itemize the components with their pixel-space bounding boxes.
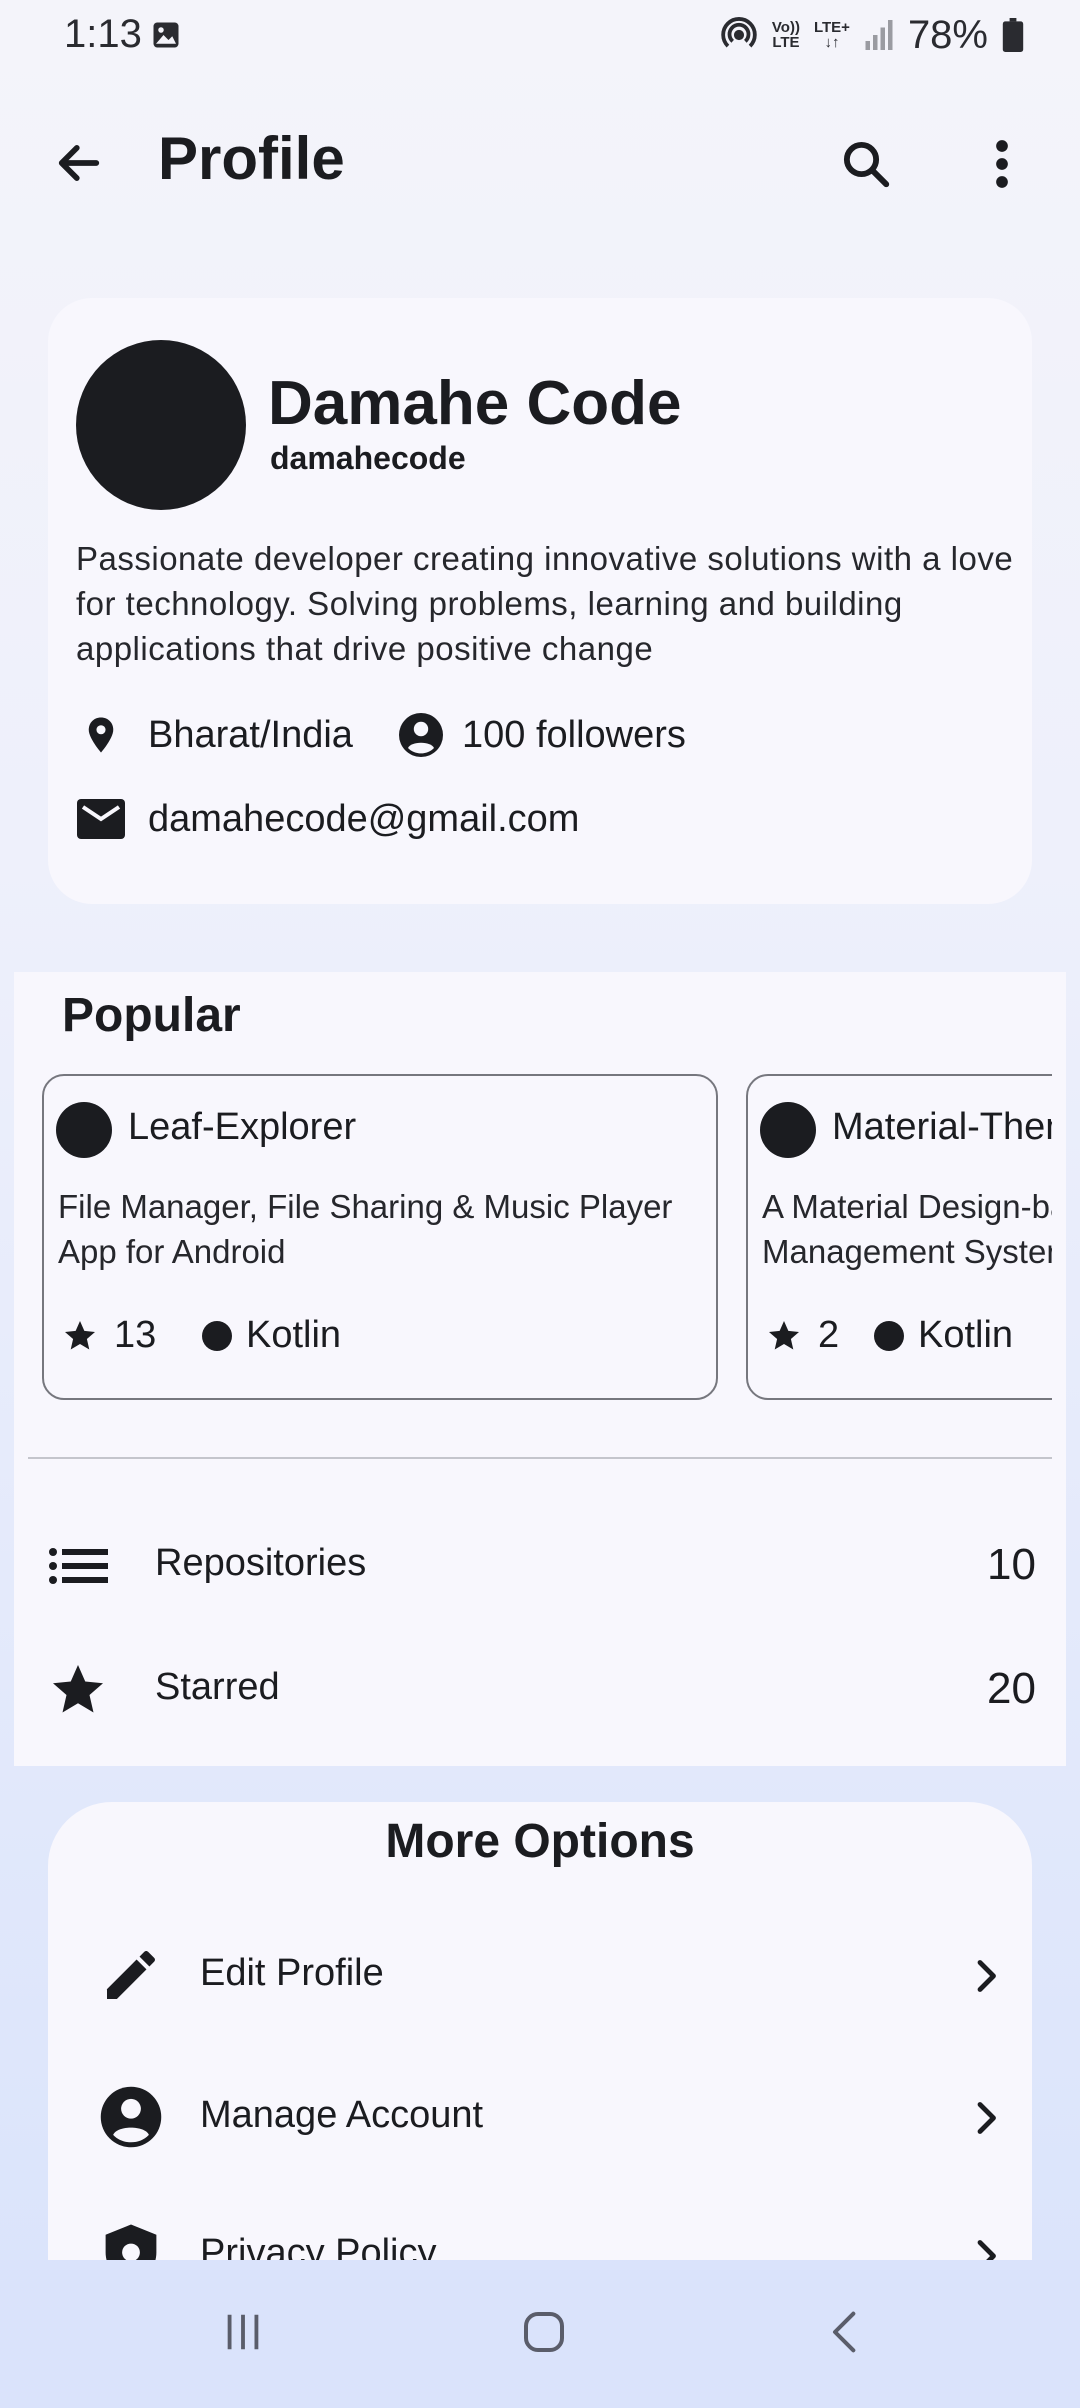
mail-icon	[76, 794, 126, 844]
back-arrow-icon	[58, 145, 100, 181]
status-bar: 1:13 Vo)) LTE LTE+ ↓↑ 78%	[0, 0, 1080, 70]
profile-bio: Passionate developer creating innovative…	[76, 540, 1014, 667]
chevron-right-icon	[977, 2240, 996, 2262]
back-chevron-icon	[832, 2311, 856, 2353]
recent-apps-icon	[227, 2314, 259, 2350]
edit-profile-label: Edit Profile	[200, 1952, 384, 1994]
location-text: Bharat/India	[148, 713, 353, 756]
privacy-shield-icon	[96, 2220, 166, 2262]
followers-row[interactable]: 100 followers	[396, 710, 686, 760]
battery-icon	[1002, 18, 1024, 52]
section-divider	[28, 1457, 1052, 1459]
home-icon	[524, 2312, 564, 2352]
battery-percent: 78%	[907, 12, 988, 57]
repo-meta: 2 Kotlin	[766, 1314, 1013, 1357]
star-icon	[48, 1660, 108, 1720]
volte-indicator: Vo)) LTE	[772, 20, 800, 50]
network-indicator: LTE+ ↓↑	[814, 20, 850, 50]
profile-name: Damahe Code	[268, 369, 682, 438]
network-label: LTE+	[813, 19, 850, 36]
repo-owner-avatar	[56, 1102, 112, 1158]
repositories-row[interactable]: Repositories 10	[14, 1510, 1066, 1620]
repositories-count: 10	[987, 1540, 1036, 1589]
location-row: Bharat/India	[76, 710, 353, 760]
starred-row[interactable]: Starred 20	[14, 1634, 1066, 1744]
search-button[interactable]	[826, 124, 906, 204]
edit-pencil-icon	[96, 1940, 166, 2010]
star-icon	[769, 1320, 799, 1349]
repo-name: Leaf-Explorer	[128, 1106, 357, 1148]
system-navigation-bar	[0, 2260, 1080, 2408]
home-button[interactable]	[484, 2300, 604, 2364]
repo-card[interactable]: Leaf-Explorer File Manager, File Sharing…	[42, 1074, 718, 1400]
repositories-label: Repositories	[155, 1542, 367, 1584]
page-title: Profile	[158, 125, 345, 192]
privacy-policy-row[interactable]: Privacy Policy	[48, 2192, 1032, 2262]
manage-account-label: Manage Account	[200, 2094, 484, 2136]
search-icon	[843, 141, 890, 188]
repo-stars: 13	[114, 1314, 157, 1356]
more-options-heading: More Options	[385, 1815, 695, 1868]
status-time: 1:13	[64, 12, 142, 56]
repo-language: Kotlin	[246, 1314, 342, 1356]
popular-repos-carousel[interactable]: Leaf-Explorer File Manager, File Sharing…	[42, 1072, 1052, 1402]
more-vert-icon	[996, 140, 1008, 188]
followers-text: 100 followers	[462, 713, 686, 756]
hotspot-icon	[721, 17, 757, 48]
list-icon	[48, 1536, 108, 1596]
language-dot-icon	[874, 1320, 904, 1351]
volte-label: Vo))	[771, 19, 800, 36]
manage-account-row[interactable]: Manage Account	[48, 2054, 1032, 2174]
recent-apps-button[interactable]	[183, 2300, 303, 2364]
gallery-notification-icon	[153, 22, 179, 48]
repos-panel: Popular Leaf-Explorer File Manager, File…	[14, 972, 1066, 1766]
location-pin-icon	[76, 710, 126, 760]
repo-description: A Material Design-based Theme Management…	[762, 1188, 1052, 1270]
avatar[interactable]	[76, 340, 246, 510]
account-circle-icon	[396, 710, 446, 760]
back-button[interactable]	[44, 128, 114, 198]
signal-icon	[865, 20, 893, 50]
star-icon	[65, 1320, 95, 1349]
email-row[interactable]: damahecode@gmail.com	[76, 794, 579, 844]
repo-owner-avatar	[760, 1102, 816, 1158]
repo-card[interactable]: Material-Theme A Material Design-based T…	[746, 1074, 1052, 1400]
starred-label: Starred	[155, 1666, 280, 1708]
profile-handle: damahecode	[270, 440, 466, 476]
repo-stars: 2	[818, 1314, 840, 1356]
starred-count: 20	[987, 1664, 1036, 1713]
repo-language: Kotlin	[918, 1314, 1014, 1356]
chevron-right-icon	[977, 1960, 996, 1992]
volte-sub-label: LTE	[772, 34, 800, 51]
more-options-card: More Options Edit Profile Manage Account…	[48, 1802, 1032, 2262]
data-arrows-icon: ↓↑	[824, 34, 840, 51]
email-text: damahecode@gmail.com	[148, 797, 580, 840]
chevron-right-icon	[977, 2102, 996, 2134]
status-icons: Vo)) LTE LTE+ ↓↑ 78%	[720, 12, 1024, 58]
popular-heading: Popular	[62, 989, 241, 1042]
back-nav-button[interactable]	[786, 2300, 906, 2364]
repo-description: File Manager, File Sharing & Music Playe…	[58, 1188, 673, 1270]
repo-meta: 13 Kotlin	[62, 1314, 341, 1357]
profile-card: Damahe Code damahecode Passionate develo…	[48, 298, 1032, 904]
language-dot-icon	[202, 1320, 232, 1351]
edit-profile-row[interactable]: Edit Profile	[48, 1912, 1032, 2032]
account-circle-icon	[96, 2082, 166, 2152]
repo-name: Material-Theme	[832, 1106, 1052, 1148]
top-app-bar: Profile	[0, 110, 1080, 210]
privacy-policy-label: Privacy Policy	[200, 2232, 437, 2262]
more-options-button[interactable]	[962, 124, 1042, 204]
